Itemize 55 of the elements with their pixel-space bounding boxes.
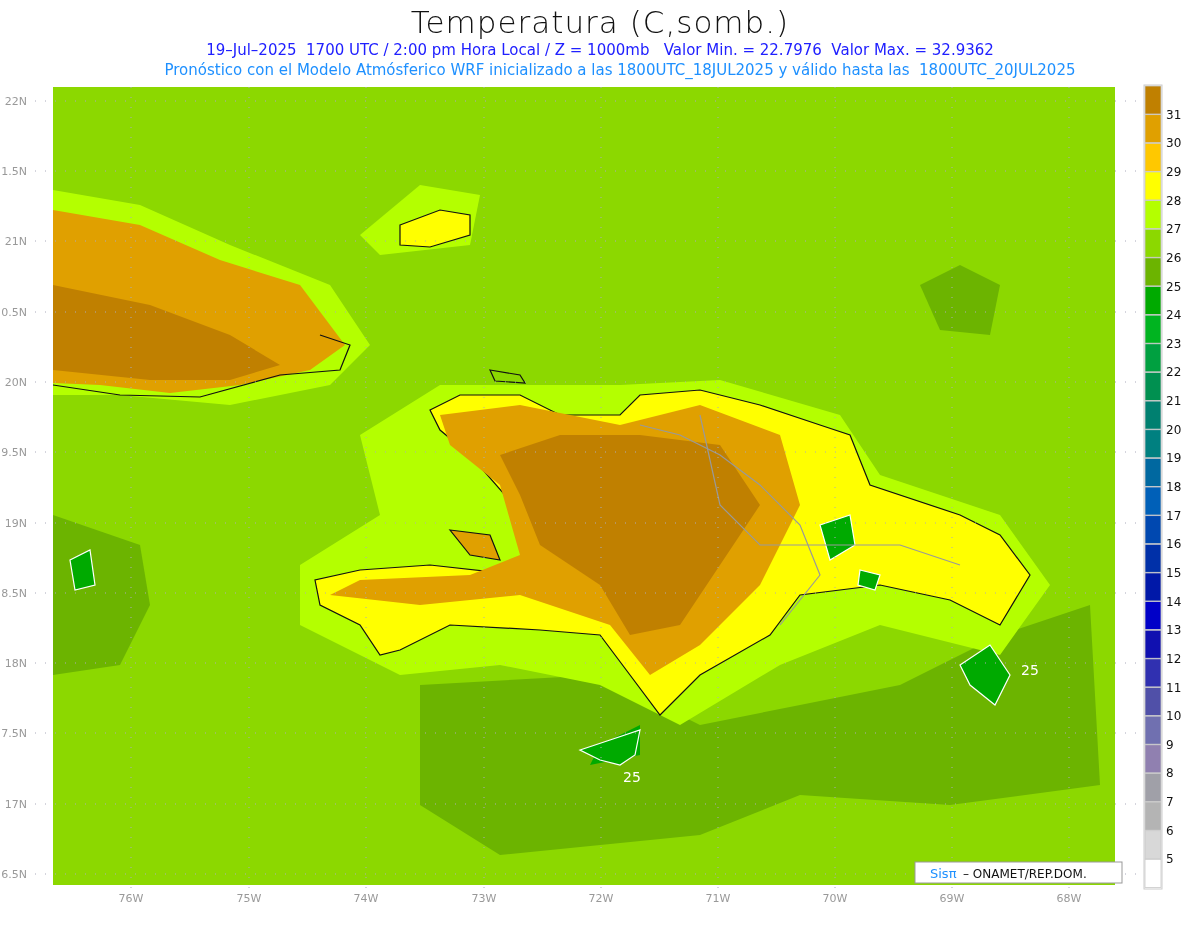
colorbar-label: 31 bbox=[1166, 107, 1182, 122]
forecast-note: Pronóstico con el Modelo Atmósferico WRF inicializado a las 1800UTC_18JUL2025 y válido hasta las 1800UTC_20JUL2025 bbox=[164, 60, 1076, 80]
latitude-label: 22N bbox=[4, 95, 27, 108]
latitude-label: 7.5N bbox=[1, 727, 27, 740]
chart-subtitle: 19–Jul–2025 1700 UTC / 2:00 pm Hora Local / Z = 1000mb Valor Min. = 22.7976 Valor Max. = 32.9362 bbox=[206, 40, 994, 60]
colorbar-label: 7 bbox=[1166, 795, 1174, 810]
colorbar-label: 18 bbox=[1166, 480, 1182, 494]
longitude-label: 76W bbox=[118, 892, 144, 905]
colorbar-label: 14 bbox=[1166, 594, 1182, 609]
colorbar-label: 8 bbox=[1166, 766, 1174, 781]
longitude-label: 70W bbox=[822, 892, 848, 905]
longitude-label: 68W bbox=[1056, 892, 1082, 905]
colorbar-label: 19 bbox=[1166, 451, 1182, 466]
longitude-label: 73W bbox=[471, 892, 497, 905]
colorbar-label: 27 bbox=[1166, 222, 1182, 237]
latitude-label: 0.5N bbox=[1, 306, 27, 319]
colorbar-label: 10 bbox=[1166, 709, 1182, 724]
colorbar-label: 15 bbox=[1166, 565, 1182, 580]
longitude-label: 72W bbox=[588, 892, 614, 905]
colorbar-label: 11 bbox=[1166, 680, 1182, 695]
colorbar-label: 22 bbox=[1166, 365, 1182, 380]
latitude-label: 19N bbox=[4, 517, 27, 530]
latitude-label: 18N bbox=[4, 657, 27, 670]
credit-logo: Sisπ bbox=[930, 866, 957, 881]
latitude-label: 6.5N bbox=[1, 868, 27, 881]
colorbar-label: 6 bbox=[1166, 823, 1174, 838]
contour-label: 25 bbox=[1021, 662, 1039, 678]
latitude-label: 8.5N bbox=[1, 587, 27, 600]
colorbar-label: 24 bbox=[1166, 308, 1182, 323]
colorbar-label: 26 bbox=[1166, 250, 1182, 265]
latitude-label: 20N bbox=[4, 376, 27, 389]
credit-text: – ONAMET/REP.DOM. bbox=[963, 867, 1087, 881]
longitude-label: 69W bbox=[939, 892, 965, 905]
colorbar-label: 5 bbox=[1166, 852, 1174, 867]
colorbar-label: 12 bbox=[1166, 651, 1182, 666]
chart-title: Temperatura (C,somb.) bbox=[410, 4, 790, 40]
colorbar-label: 25 bbox=[1166, 279, 1182, 294]
longitude-label: 71W bbox=[705, 892, 731, 905]
colorbar-label: 16 bbox=[1166, 537, 1182, 552]
colorbar-label: 21 bbox=[1166, 394, 1182, 409]
colorbar-label: 28 bbox=[1166, 193, 1182, 208]
colorbar-label: 29 bbox=[1166, 164, 1182, 179]
colorbar-label: 9 bbox=[1166, 737, 1174, 752]
latitude-label: 21N bbox=[4, 235, 27, 248]
latitude-label: 1.5N bbox=[1, 165, 27, 178]
colorbar-label: 30 bbox=[1166, 136, 1182, 151]
contour-label: 25 bbox=[623, 769, 641, 785]
longitude-label: 75W bbox=[236, 892, 262, 905]
latitude-label: 17N bbox=[4, 798, 27, 811]
colorbar-label: 13 bbox=[1166, 623, 1182, 638]
colorbar-label: 17 bbox=[1166, 508, 1182, 523]
latitude-label: 9.5N bbox=[1, 446, 27, 459]
colorbar-label: 23 bbox=[1166, 336, 1182, 351]
longitude-label: 74W bbox=[353, 892, 379, 905]
colorbar-label: 20 bbox=[1166, 422, 1182, 437]
